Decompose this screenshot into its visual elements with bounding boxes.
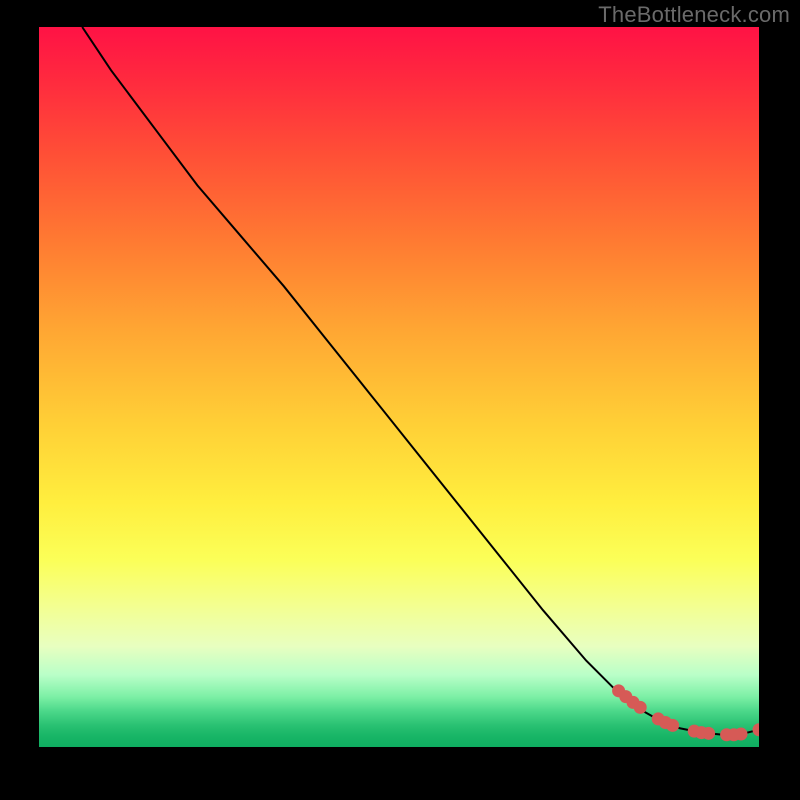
marker-point <box>702 727 715 740</box>
bottleneck-curve-path <box>82 27 759 735</box>
plot-area <box>39 27 759 747</box>
marker-point <box>666 719 679 732</box>
marker-point <box>753 723 760 736</box>
marker-point <box>735 728 748 741</box>
chart-svg <box>39 27 759 747</box>
marker-point <box>634 701 647 714</box>
attribution-text: TheBottleneck.com <box>598 2 790 28</box>
chart-container: { "attribution": "TheBottleneck.com", "c… <box>0 0 800 800</box>
marker-group <box>612 684 759 741</box>
